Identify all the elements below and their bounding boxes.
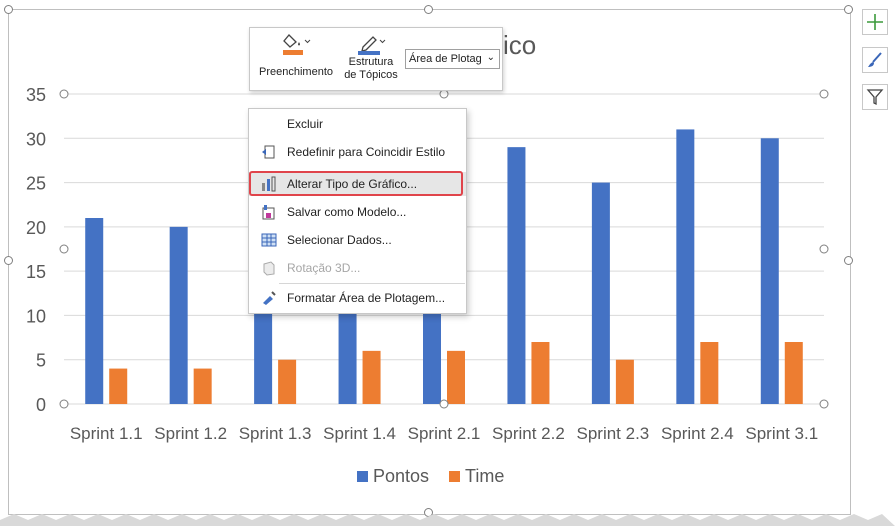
menu-item-rotacao-3d: Rotação 3D... [249,256,466,280]
bar-time[interactable] [447,350,465,404]
annotation-highlight-box [249,171,463,196]
menu-item-excluir[interactable]: Excluir [249,112,466,136]
bar-time[interactable] [278,359,297,404]
y-tick-label: 35 [26,85,46,105]
x-tick-label: Sprint 1.3 [239,424,312,443]
y-tick-label: 5 [36,351,46,371]
format-plot-area-icon [263,291,276,305]
outline-button-label-line2: de Tópicos [344,69,398,81]
fill-button-label: Preenchimento [259,66,333,78]
plot-area-handle[interactable] [819,244,829,254]
chart-resize-handle-tr[interactable] [844,5,853,14]
bar-time[interactable] [615,359,634,404]
y-tick-label: 15 [26,262,46,282]
context-menu: Excluir Redefinir para Coincidir Estilo … [248,108,467,314]
x-tick-label: Sprint 2.1 [408,424,481,443]
brush-icon [868,52,882,67]
save-template-icon [262,205,275,220]
menu-item-selecionar-dados[interactable]: Selecionar Dados... [249,228,466,252]
bar-pontos[interactable] [169,226,188,404]
excel-chart-view: ico 0 5 10 15 20 25 30 35 Sprint 1.1 Sprint 1.2 S… [0,0,895,526]
chevron-down-icon: ⌄ [486,52,495,63]
y-tick-label: 0 [36,395,46,415]
menu-item-formatar-area-plotagem[interactable]: Formatar Área de Plotagem... [249,286,466,310]
menu-item-label: Excluir [287,117,324,131]
rotation-3d-icon [263,261,275,276]
legend-item-pontos[interactable]: Pontos [357,466,429,487]
chart-resize-handle-ml[interactable] [4,256,13,265]
x-tick-label: Sprint 1.2 [154,424,227,443]
plot-area-handle[interactable] [59,244,69,254]
menu-item-label: Redefinir para Coincidir Estilo [287,145,446,159]
chart-styles-button[interactable] [862,47,888,73]
fill-button[interactable]: Preenchimento [254,32,338,79]
bar-time[interactable] [362,350,381,404]
fill-bucket-icon [283,34,311,55]
outline-button[interactable]: Estrutura de Tópicos [340,32,402,82]
bar-time[interactable] [700,342,719,404]
chart-resize-handle-tl[interactable] [4,5,13,14]
bar-pontos[interactable] [507,147,526,404]
chart-elements-button[interactable] [862,9,888,35]
bar-pontos[interactable] [760,138,779,405]
legend-swatch-pontos [357,471,368,482]
legend-swatch-time [449,471,460,482]
bar-pontos[interactable] [676,129,695,404]
filter-icon [866,89,884,106]
y-tick-label: 10 [26,306,46,326]
legend-item-time[interactable]: Time [449,466,504,487]
bar-time[interactable] [784,342,803,404]
x-tick-label: Sprint 3.1 [745,424,818,443]
mini-format-toolbar: Preenchimento Estrutura de Tópicos Área … [249,27,503,91]
menu-item-redefinir-estilo[interactable]: Redefinir para Coincidir Estilo [249,140,466,164]
menu-item-label: Formatar Área de Plotagem... [287,291,446,305]
bar-time[interactable] [531,342,550,404]
plot-area-handle[interactable] [439,399,449,409]
menu-item-label: Rotação 3D... [287,261,361,275]
chart-element-dropdown-value: Área de Plotag [409,53,482,65]
y-tick-label: 30 [26,129,46,149]
bar-pontos[interactable] [85,218,104,404]
chart-element-dropdown[interactable]: Área de Plotag ⌄ [405,49,500,69]
pen-outline-icon [358,36,386,55]
chart-resize-handle-tm[interactable] [424,5,433,14]
chart-filters-button[interactable] [862,84,888,110]
select-data-icon [261,233,277,247]
x-tick-label: Sprint 2.2 [492,424,565,443]
plot-area-handle[interactable] [59,399,69,409]
x-tick-label: Sprint 2.4 [661,424,734,443]
menu-item-label: Selecionar Dados... [287,233,392,247]
menu-item-salvar-modelo[interactable]: Salvar como Modelo... [249,200,466,224]
plot-area-handle[interactable] [819,399,829,409]
reset-style-icon [262,145,275,159]
y-tick-label: 20 [26,218,46,238]
menu-item-label: Salvar como Modelo... [287,205,407,219]
outline-button-label-line1: Estrutura [348,56,394,68]
plot-area-handle[interactable] [439,89,449,99]
x-tick-label: Sprint 1.1 [70,424,143,443]
x-tick-label: Sprint 2.3 [577,424,650,443]
plus-icon [867,14,883,30]
legend-label-time: Time [465,466,505,486]
legend-label-pontos: Pontos [373,466,430,486]
torn-edge-decoration [0,514,895,526]
bar-pontos[interactable] [591,182,610,404]
bar-time[interactable] [193,368,212,404]
y-tick-label: 25 [26,174,46,194]
chart-resize-handle-mr[interactable] [844,256,853,265]
menu-separator [279,283,465,284]
plot-area-handle[interactable] [819,89,829,99]
plot-area-handle[interactable] [59,89,69,99]
bar-time[interactable] [109,368,128,404]
x-tick-label: Sprint 1.4 [323,424,396,443]
